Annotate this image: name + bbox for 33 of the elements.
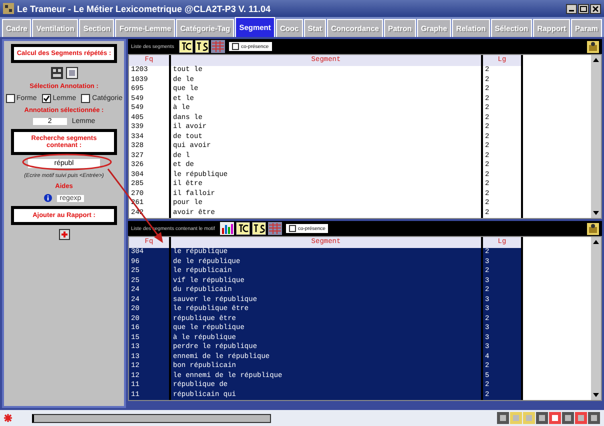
scroll-up-icon[interactable]: [592, 57, 600, 63]
document-icon[interactable]: [66, 67, 78, 79]
scrollbar[interactable]: [591, 55, 601, 218]
tc-icon[interactable]: [236, 222, 250, 235]
toolbar-icon[interactable]: [562, 412, 574, 424]
checkbox[interactable]: [6, 94, 15, 103]
add-icon[interactable]: [58, 229, 70, 240]
asterisk-icon[interactable]: [4, 414, 12, 422]
folder-icon[interactable]: [587, 40, 599, 52]
info-icon[interactable]: [44, 194, 52, 202]
window-title: Le Trameur - Le Métier Lexicometrique @CLA2T-P3 V. 11.04: [17, 4, 272, 14]
toolbar-icon[interactable]: [497, 412, 509, 424]
maximize-icon[interactable]: [578, 4, 589, 14]
table-icon[interactable]: [211, 40, 226, 53]
toolbar-icon[interactable]: [588, 412, 600, 424]
scrollbar[interactable]: [591, 237, 601, 400]
close-icon[interactable]: [590, 4, 601, 14]
ts-icon[interactable]: [195, 40, 210, 53]
ts-icon[interactable]: [252, 222, 266, 235]
grid-icon[interactable]: [50, 67, 62, 79]
minimize-icon[interactable]: [566, 4, 577, 14]
table-icon[interactable]: [268, 222, 282, 235]
scroll-down-icon[interactable]: [592, 392, 600, 398]
scroll-up-icon[interactable]: [592, 239, 600, 245]
folder-icon[interactable]: [587, 222, 599, 234]
app-icon: [3, 3, 14, 14]
toolbar-icon[interactable]: [536, 412, 548, 424]
scroll-down-icon[interactable]: [592, 210, 600, 216]
toolbar-icon[interactable]: [549, 412, 561, 424]
checkbox[interactable]: [81, 94, 90, 103]
chart-icon[interactable]: [220, 222, 234, 235]
checkbox[interactable]: [42, 94, 51, 103]
tc-icon[interactable]: [179, 40, 194, 53]
